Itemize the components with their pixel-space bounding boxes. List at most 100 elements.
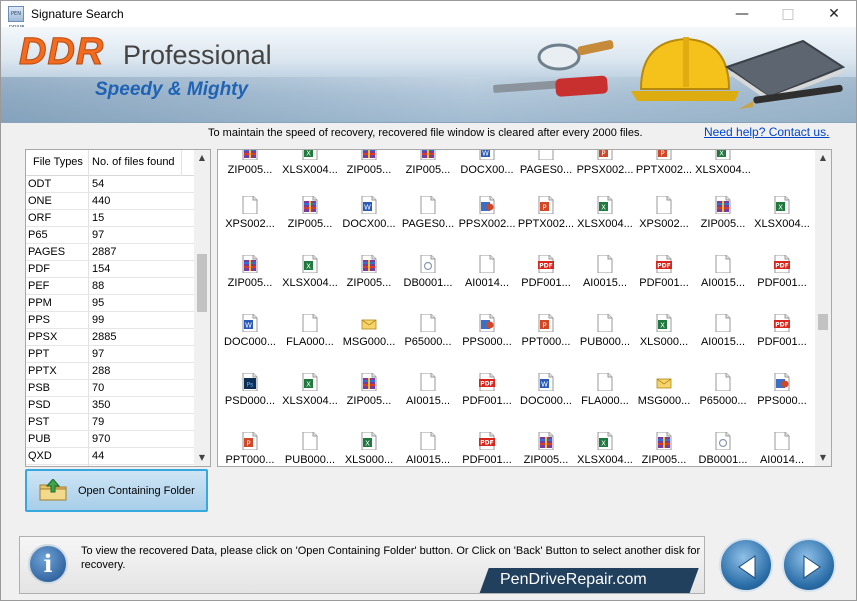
recovered-file-item[interactable]: PDF PDF001... — [518, 254, 574, 305]
pdf-file-icon-graphic: PDF — [479, 431, 495, 451]
table-row[interactable]: PUB 970 — [26, 431, 196, 448]
recovered-file-item[interactable]: ZIP005... — [341, 372, 397, 423]
recovered-file-item[interactable]: PDF PDF001... — [459, 431, 515, 466]
recovered-file-item[interactable]: ZIP005... — [695, 195, 751, 246]
recovered-file-item[interactable]: P PPT000... — [518, 313, 574, 364]
recovered-file-item[interactable]: ZIP005... — [282, 195, 338, 246]
table-row[interactable]: ORF 15 — [26, 210, 196, 227]
table-row[interactable]: PAGES 2887 — [26, 244, 196, 261]
next-button[interactable] — [782, 538, 836, 592]
help-contact-link[interactable]: Need help? Contact us. — [704, 125, 829, 139]
table-row[interactable]: PPT 97 — [26, 346, 196, 363]
recovered-file-item[interactable]: FLA000... — [577, 372, 633, 423]
recovered-file-item[interactable]: AI0015... — [695, 313, 751, 364]
maximize-button[interactable]: □ — [765, 1, 811, 27]
recovered-file-item[interactable]: P65000... — [400, 313, 456, 364]
recovered-file-item[interactable]: PUB000... — [282, 431, 338, 466]
table-row[interactable]: PPM 95 — [26, 295, 196, 312]
scroll-thumb[interactable] — [197, 254, 207, 312]
recovered-file-item[interactable]: MSG000... — [341, 314, 397, 364]
recovered-file-item[interactable]: X XLS000... — [636, 313, 692, 364]
psd-file-icon: Ps — [242, 372, 258, 392]
recovered-file-item[interactable]: AI0015... — [695, 254, 751, 305]
recovered-file-item[interactable]: PAGES0... — [400, 195, 456, 246]
recovered-file-item[interactable]: FLA000... — [282, 313, 338, 364]
ppt-file-icon-graphic: P — [538, 195, 554, 215]
recovered-file-item[interactable]: PUB000... — [577, 313, 633, 364]
table-row[interactable]: PDF 154 — [26, 261, 196, 278]
recovered-file-item[interactable]: DB0001... — [695, 431, 751, 466]
recovered-file-item[interactable]: PAGES0... — [518, 150, 574, 192]
recovered-file-item[interactable]: Ps PSD000... — [222, 372, 278, 423]
recovered-file-item[interactable]: P65000... — [695, 372, 751, 423]
recovered-file-item[interactable]: X XLSX004... — [577, 431, 633, 466]
recovered-file-item[interactable]: XPS002... — [222, 195, 278, 246]
recovered-file-item[interactable]: ZIP005... — [341, 254, 397, 305]
recovered-file-item[interactable]: PPS000... — [459, 313, 515, 364]
table-row[interactable]: PPS 99 — [26, 312, 196, 329]
recovered-file-item[interactable]: AI0015... — [577, 254, 633, 305]
recovered-file-item[interactable]: ZIP005... — [400, 150, 456, 192]
scroll-down-arrow-icon[interactable]: ▼ — [815, 450, 831, 466]
scroll-up-arrow-icon[interactable]: ▲ — [815, 150, 831, 166]
recovered-file-item[interactable]: ZIP005... — [518, 431, 574, 466]
table-row[interactable]: PSD 350 — [26, 397, 196, 414]
open-containing-folder-button[interactable]: Open Containing Folder — [25, 469, 208, 512]
blank-file-icon-graphic — [715, 372, 731, 392]
recovered-file-item[interactable]: W DOCX00... — [341, 195, 397, 246]
recovered-file-item[interactable]: X XLSX004... — [754, 195, 810, 246]
recovered-file-item[interactable]: X XLSX004... — [282, 254, 338, 305]
recovered-file-item[interactable]: X XLSX004... — [282, 372, 338, 423]
close-button[interactable]: ✕ — [811, 1, 857, 27]
minimize-button[interactable]: — — [719, 1, 765, 27]
recovered-file-item[interactable]: PPS000... — [754, 372, 810, 423]
recovered-file-item[interactable]: W DOC000... — [518, 372, 574, 423]
table-row[interactable]: PST 79 — [26, 414, 196, 431]
scroll-down-arrow-icon[interactable]: ▼ — [194, 450, 210, 466]
recovered-file-item[interactable]: P PPT000... — [222, 431, 278, 466]
column-header-files-found[interactable]: No. of files found — [92, 156, 175, 168]
file-types-scrollbar[interactable]: ▲ ▼ — [194, 150, 210, 466]
table-row[interactable]: PPTX 288 — [26, 363, 196, 380]
recovered-file-item[interactable]: ZIP005... — [341, 150, 397, 192]
recovered-file-item[interactable]: X XLSX004... — [577, 195, 633, 246]
recovered-file-item[interactable]: AI0015... — [400, 431, 456, 466]
recovered-file-item[interactable]: PDF PDF001... — [636, 254, 692, 305]
recovered-file-item[interactable]: X XLSX004... — [282, 150, 338, 192]
recovered-file-item[interactable]: PDF PDF001... — [754, 313, 810, 364]
recovered-file-item[interactable]: P PPSX002... — [577, 150, 633, 192]
back-button[interactable] — [719, 538, 773, 592]
title-bar[interactable]: PEN DRIVE Signature Search — □ ✕ — [1, 1, 857, 31]
table-row[interactable]: P65 97 — [26, 227, 196, 244]
scroll-up-arrow-icon[interactable]: ▲ — [194, 150, 210, 166]
scroll-thumb[interactable] — [818, 314, 828, 330]
table-row[interactable]: PPSX 2885 — [26, 329, 196, 346]
recovered-file-item[interactable]: ZIP005... — [222, 150, 278, 192]
recovered-file-item[interactable]: PDF PDF001... — [459, 372, 515, 423]
table-row[interactable]: ODT 54 — [26, 176, 196, 193]
recovered-file-item[interactable]: W DOCX00... — [459, 150, 515, 192]
recovered-file-item[interactable]: ZIP005... — [636, 431, 692, 466]
recovered-file-item[interactable]: PPSX002... — [459, 195, 515, 246]
recovered-file-item[interactable]: W DOC000... — [222, 313, 278, 364]
recovered-file-item[interactable]: ZIP005... — [222, 254, 278, 305]
psd-file-icon-graphic: Ps — [242, 372, 258, 392]
recovered-file-item[interactable]: MSG000... — [636, 373, 692, 423]
recovered-file-item[interactable]: P PPTX002... — [636, 150, 692, 192]
recovered-file-item[interactable]: AI0014... — [459, 254, 515, 305]
table-row[interactable]: ONE 440 — [26, 193, 196, 210]
recovered-file-item[interactable]: X XLSX004... — [695, 150, 751, 192]
table-row[interactable]: QXD 44 — [26, 448, 196, 465]
table-row[interactable]: PEF 88 — [26, 278, 196, 295]
recovered-file-item[interactable]: DB0001... — [400, 254, 456, 305]
table-row[interactable]: PSB 70 — [26, 380, 196, 397]
recovered-file-item[interactable]: PDF PDF001... — [754, 254, 810, 305]
column-header-file-types[interactable]: File Types — [33, 156, 83, 168]
recovered-file-item[interactable]: X XLS000... — [341, 431, 397, 466]
ppt-file-icon: P — [597, 150, 613, 161]
recovered-files-scrollbar[interactable]: ▲ ▼ — [815, 150, 831, 466]
recovered-file-item[interactable]: AI0015... — [400, 372, 456, 423]
recovered-file-item[interactable]: XPS002... — [636, 195, 692, 246]
recovered-file-item[interactable]: AI0014... — [754, 431, 810, 466]
recovered-file-item[interactable]: P PPTX002... — [518, 195, 574, 246]
